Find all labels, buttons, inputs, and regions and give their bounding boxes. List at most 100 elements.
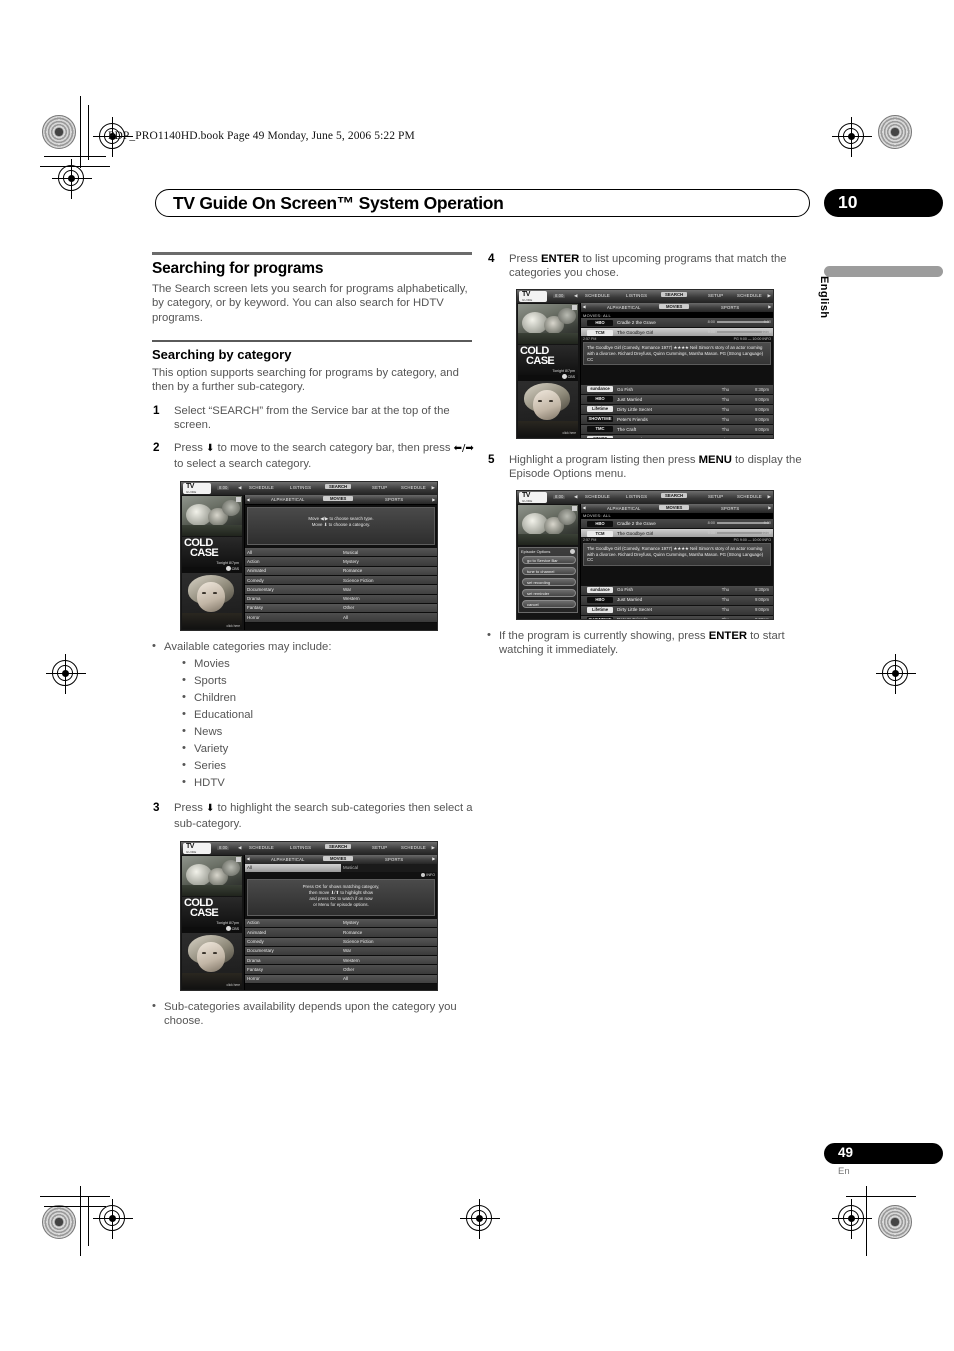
category-cell[interactable]: Action bbox=[247, 920, 260, 925]
category-row[interactable]: Drama Western bbox=[245, 594, 437, 604]
category-row[interactable]: Action Mystery bbox=[245, 918, 437, 929]
category-cell[interactable]: Documentary bbox=[247, 948, 274, 953]
category-movies[interactable]: MOVIES bbox=[323, 855, 354, 861]
category-right-arrow-icon[interactable]: ▶ bbox=[768, 505, 771, 510]
listing-row[interactable]: HBO Just Married Thu 9:00pm bbox=[581, 595, 773, 606]
category-cell[interactable]: War bbox=[341, 587, 351, 592]
category-sports[interactable]: SPORTS bbox=[385, 497, 403, 502]
episode-option-set-reminder[interactable]: set reminder bbox=[522, 588, 576, 597]
category-cell[interactable]: Other bbox=[341, 967, 354, 972]
category-row[interactable]: Drama Western bbox=[245, 956, 437, 966]
category-alphabetical[interactable]: ALPHABETICAL bbox=[271, 497, 305, 502]
service-item-schedule[interactable]: SCHEDULE bbox=[585, 293, 610, 298]
listing-row[interactable]: SHOWTIME Peter's Friends Thu 9:00pm bbox=[581, 414, 773, 425]
listing-row[interactable]: SHOWTIME Peter's Friends Thu 9:00pm bbox=[581, 615, 773, 619]
category-cell[interactable]: Romance bbox=[341, 568, 362, 573]
category-movies[interactable]: MOVIES bbox=[659, 303, 690, 309]
listing-row[interactable]: HBO Just Married Thu 9:00pm bbox=[581, 394, 773, 405]
poster-click-label[interactable]: click here bbox=[227, 624, 240, 629]
service-item-search[interactable]: SEARCH bbox=[661, 492, 688, 498]
right-arrow-icon[interactable]: ▶ bbox=[431, 485, 435, 491]
category-cell[interactable]: Mystery bbox=[341, 920, 359, 925]
subcategory-musical[interactable]: Musical bbox=[341, 865, 358, 870]
listing-row[interactable]: sundance Go Fish Thu 8:30pm bbox=[581, 384, 773, 395]
service-item-listings[interactable]: LISTINGS bbox=[626, 293, 647, 298]
category-row[interactable]: Fantasy Other bbox=[245, 603, 437, 614]
service-item-setup[interactable]: SETUP bbox=[708, 494, 723, 499]
category-row[interactable]: Comedy Science Fiction bbox=[245, 937, 437, 947]
category-cell[interactable]: Animated bbox=[247, 930, 266, 935]
category-cell[interactable]: Drama bbox=[247, 596, 261, 601]
category-cell[interactable]: War bbox=[341, 948, 351, 953]
category-left-arrow-icon[interactable]: ◀ bbox=[247, 497, 250, 502]
category-alphabetical[interactable]: ALPHABETICAL bbox=[607, 305, 641, 310]
left-arrow-icon[interactable]: ◀ bbox=[238, 485, 242, 491]
service-item-schedule-2[interactable]: SCHEDULE bbox=[401, 485, 426, 490]
left-arrow-icon[interactable]: ◀ bbox=[574, 293, 578, 299]
category-right-arrow-icon[interactable]: ▶ bbox=[432, 856, 435, 861]
category-cell[interactable]: Western bbox=[341, 596, 360, 601]
category-alphabetical[interactable]: ALPHABETICAL bbox=[607, 506, 641, 511]
category-cell[interactable]: Documentary bbox=[247, 587, 274, 592]
left-arrow-icon[interactable]: ◀ bbox=[238, 845, 242, 851]
category-row[interactable]: All Musical bbox=[245, 548, 437, 558]
category-sports[interactable]: SPORTS bbox=[721, 506, 739, 511]
episode-option-cancel[interactable]: cancel bbox=[522, 599, 576, 608]
listing-row[interactable]: sundance Go Fish Thu 8:30pm bbox=[581, 585, 773, 596]
promo-poster[interactable]: COLD CASE Tonight 8/7pm CBS click here bbox=[182, 537, 242, 630]
service-item-schedule-2[interactable]: SCHEDULE bbox=[737, 494, 762, 499]
category-right-arrow-icon[interactable]: ▶ bbox=[768, 304, 771, 309]
category-row[interactable]: Documentary War bbox=[245, 585, 437, 595]
category-sports[interactable]: SPORTS bbox=[721, 305, 739, 310]
category-row[interactable]: Comedy Science Fiction bbox=[245, 576, 437, 586]
category-row[interactable]: Horror All bbox=[245, 613, 437, 623]
episode-option-tune-to-channel[interactable]: tune to channel bbox=[522, 566, 576, 575]
category-sports[interactable]: SPORTS bbox=[385, 857, 403, 862]
episode-option-go-to-service-bar[interactable]: go to Service Bar bbox=[522, 555, 576, 564]
promo-poster[interactable]: COLD CASE Tonight 8/7pm CBS click here bbox=[182, 896, 242, 989]
category-row[interactable]: Action Mystery bbox=[245, 557, 437, 567]
listing-row[interactable]: STARZ How to Deal Thu 9:00pm bbox=[581, 434, 773, 438]
category-cell[interactable]: Drama bbox=[247, 958, 261, 963]
category-cell[interactable]: Action bbox=[247, 559, 260, 564]
category-cell[interactable]: Comedy bbox=[247, 939, 264, 944]
category-left-arrow-icon[interactable]: ◀ bbox=[583, 304, 586, 309]
category-cell[interactable]: Comedy bbox=[247, 578, 264, 583]
listing-row[interactable]: Lifetime Dirty Little Secret Thu 9:00pm bbox=[581, 605, 773, 616]
episode-option-set-recording[interactable]: set recording bbox=[522, 577, 576, 586]
category-left-arrow-icon[interactable]: ◀ bbox=[583, 505, 586, 510]
service-item-setup[interactable]: SETUP bbox=[708, 293, 723, 298]
category-cell[interactable]: Science Fiction bbox=[341, 578, 374, 583]
category-cell[interactable]: All bbox=[341, 615, 348, 620]
service-item-listings[interactable]: LISTINGS bbox=[290, 845, 311, 850]
service-item-schedule[interactable]: SCHEDULE bbox=[585, 494, 610, 499]
program-row[interactable]: HBO Cradle 2 the Grave 8:00 9:00 bbox=[581, 318, 773, 329]
category-cell[interactable]: Horror bbox=[247, 976, 260, 981]
category-row[interactable]: Animated Romance bbox=[245, 928, 437, 938]
help-icon[interactable] bbox=[570, 548, 575, 554]
category-movies[interactable]: MOVIES bbox=[323, 496, 354, 502]
category-row[interactable]: Fantasy Other bbox=[245, 965, 437, 975]
service-item-search[interactable]: SEARCH bbox=[661, 291, 688, 297]
program-row[interactable]: HBO Cradle 2 the Grave 8:00 9:00 bbox=[581, 519, 773, 530]
service-item-listings[interactable]: LISTINGS bbox=[290, 485, 311, 490]
listing-row[interactable]: TMC The Craft Thu 9:00pm bbox=[581, 424, 773, 435]
service-item-setup[interactable]: SETUP bbox=[372, 485, 387, 490]
right-arrow-icon[interactable]: ▶ bbox=[767, 293, 771, 299]
category-cell[interactable]: Horror bbox=[247, 615, 260, 620]
category-row[interactable]: Animated Romance bbox=[245, 566, 437, 577]
category-alphabetical[interactable]: ALPHABETICAL bbox=[271, 857, 305, 862]
category-row[interactable]: Horror All bbox=[245, 974, 437, 985]
category-movies[interactable]: MOVIES bbox=[659, 504, 690, 510]
category-cell[interactable]: All bbox=[247, 550, 252, 555]
right-arrow-icon[interactable]: ▶ bbox=[767, 494, 771, 500]
service-item-listings[interactable]: LISTINGS bbox=[626, 494, 647, 499]
service-item-search[interactable]: SEARCH bbox=[325, 843, 352, 849]
category-cell[interactable]: Other bbox=[341, 605, 354, 610]
category-cell[interactable]: Fantasy bbox=[247, 967, 263, 972]
promo-poster[interactable]: COLD CASE Tonight 8/7pm CBS click here bbox=[518, 344, 578, 437]
selected-subcategory-all[interactable]: All bbox=[245, 863, 341, 872]
category-right-arrow-icon[interactable]: ▶ bbox=[432, 497, 435, 502]
listing-row[interactable]: Lifetime Dirty Little Secret Thu 9:00pm bbox=[581, 404, 773, 415]
category-cell[interactable]: Musical bbox=[341, 550, 358, 555]
